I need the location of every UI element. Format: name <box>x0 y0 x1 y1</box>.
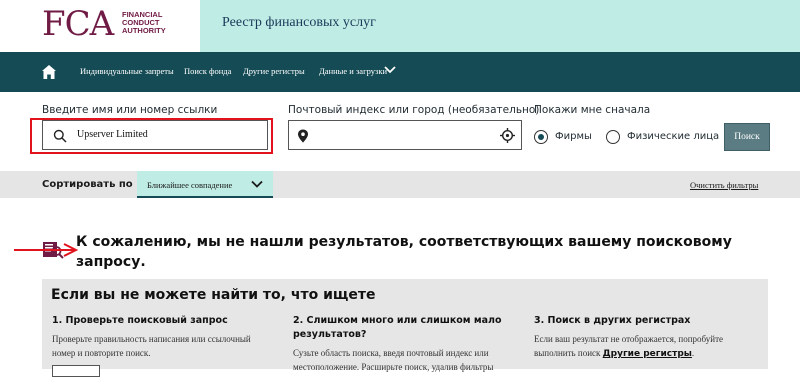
name-field-label: Введите имя или номер ссылки <box>42 104 218 116</box>
show-first-label: Покажи мне сначала <box>534 104 651 116</box>
nav-item-other-registers[interactable]: Другие регистры <box>243 66 305 76</box>
nav-item-fund-search[interactable]: Поиск фонда <box>184 66 231 76</box>
clear-filters-link[interactable]: Очистить фильтры <box>690 180 758 190</box>
locate-me-icon[interactable] <box>500 128 515 143</box>
logo-text: FINANCIAL CONDUCT AUTHORITY <box>122 10 166 35</box>
sort-select[interactable]: Ближайшее совпадение <box>137 171 273 198</box>
help-column-too-many-results: 2. Слишком много или слишком мало резуль… <box>293 314 503 374</box>
help-column-title: 2. Слишком много или слишком мало резуль… <box>293 315 502 340</box>
radio-individuals-label: Физические лица <box>627 131 720 142</box>
location-pin-icon <box>298 129 308 143</box>
sort-bar: Сортировать по Ближайшее совпадение Очис… <box>0 171 800 198</box>
other-registers-link[interactable]: Другие регистры <box>603 349 692 359</box>
radio-individuals[interactable] <box>606 130 620 144</box>
red-arrow-annotation <box>14 243 79 257</box>
help-column-title: 3. Поиск в других регистрах <box>534 315 691 326</box>
help-column-check-query: 1. Проверьте поисковый запрос Проверьте … <box>52 314 272 360</box>
help-column-text: Проверьте правильность написания или ссы… <box>52 334 251 358</box>
location-field-label: Почтовый индекс или город (необязательно… <box>288 104 540 116</box>
search-button[interactable]: Поиск <box>724 123 770 151</box>
nav-item-individual-bans[interactable]: Индивидуальные запреты <box>80 66 174 76</box>
help-column-text: Сузьте область поиска, введя почтовый ин… <box>293 348 494 372</box>
chevron-down-icon[interactable] <box>384 65 396 75</box>
site-title: Реестр финансовых услуг <box>222 15 376 30</box>
location-input[interactable] <box>288 120 522 150</box>
sort-selected-value: Ближайшее совпадение <box>147 180 233 190</box>
search-again-button[interactable] <box>52 365 100 377</box>
no-results-message: К сожалению, мы не нашли результатов, со… <box>76 234 732 270</box>
main-nav: Индивидуальные запреты Поиск фонда Други… <box>0 52 800 92</box>
radio-firms-label: Фирмы <box>555 131 592 142</box>
fca-logo[interactable]: FCA FINANCIAL CONDUCT AUTHORITY <box>42 7 202 43</box>
help-column-text: Если ваш результат не отображается, попр… <box>534 334 723 359</box>
chevron-down-icon <box>251 180 263 188</box>
logo-mark: FCA <box>42 4 114 44</box>
radio-firms[interactable] <box>534 130 548 144</box>
sort-label: Сортировать по <box>42 179 133 190</box>
home-icon[interactable] <box>41 64 57 80</box>
help-panel: Если вы не можете найти то, что ищете 1.… <box>42 279 768 377</box>
help-panel-title: Если вы не можете найти то, что ищете <box>51 287 376 303</box>
red-highlight-box <box>30 118 273 154</box>
site-header: FCA FINANCIAL CONDUCT AUTHORITY Реестр ф… <box>0 0 800 52</box>
help-column-other-registers: 3. Поиск в других регистрах Если ваш рез… <box>534 314 759 361</box>
help-column-title: 1. Проверьте поисковый запрос <box>52 315 228 326</box>
nav-item-data-downloads[interactable]: Данные и загрузки <box>319 66 387 76</box>
